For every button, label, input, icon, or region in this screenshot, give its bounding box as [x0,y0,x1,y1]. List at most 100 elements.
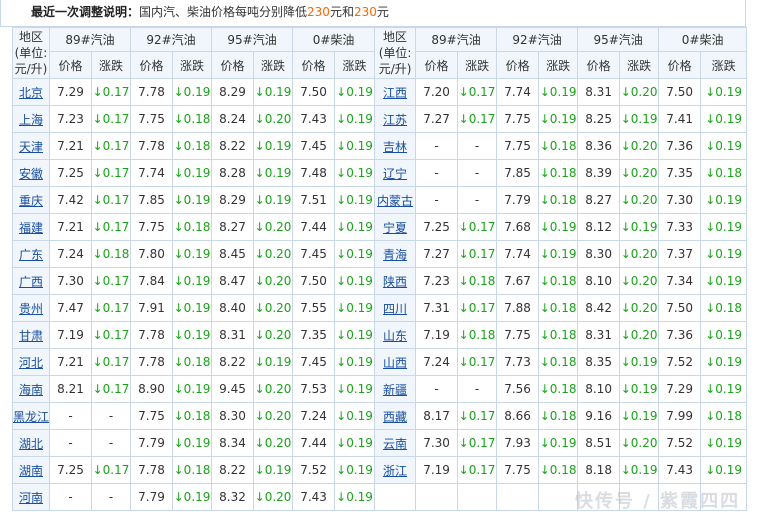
price-cell: - [49,483,92,511]
price-change-cell: ↓0.18 [700,294,748,322]
price-cell: 7.21 [49,132,92,160]
price-cell: - [49,402,92,430]
price-cell: 7.25 [49,159,92,187]
price-cell: 8.39 [577,159,621,187]
price-cell: - [49,429,92,457]
region-link[interactable]: 西藏 [383,410,407,424]
region-link[interactable]: 福建 [19,221,43,235]
price-change-cell: - [90,402,132,430]
price-change-cell: ↓0.19 [172,294,213,322]
region-link[interactable]: 贵州 [19,302,43,316]
region-link[interactable]: 重庆 [19,194,43,208]
price-cell: 8.47 [211,267,255,295]
price-cell: 7.48 [292,159,336,187]
price-change-cell: ↓0.20 [253,321,294,349]
price-change-cell: ↓0.19 [172,267,213,295]
price-cell: 8.22 [211,132,255,160]
region-cell: 西藏 [374,402,417,430]
price-cell: 7.25 [49,456,92,484]
region-link[interactable]: 浙江 [383,464,407,478]
price-change-cell: ↓0.19 [700,348,748,376]
price-change-cell: ↓0.18 [457,321,498,349]
price-cell: 7.36 [658,321,702,349]
region-link[interactable]: 陕西 [383,275,407,289]
price-change-cell: ↓0.17 [90,321,132,349]
region-link[interactable]: 湖南 [19,464,43,478]
price-change-cell: ↓0.19 [253,132,294,160]
region-link[interactable]: 河南 [19,491,43,505]
region-link[interactable]: 山西 [383,356,407,370]
region-link[interactable]: 上海 [19,113,43,127]
region-link[interactable]: 天津 [19,140,43,154]
region-link[interactable]: 内蒙古 [377,194,413,208]
price-change-cell: - [90,483,132,511]
price-change-cell: ↓0.17 [90,267,132,295]
price-change-cell: ↓0.17 [457,348,498,376]
price-cell: 7.19 [49,321,92,349]
region-link[interactable]: 广东 [19,248,43,262]
region-link[interactable]: 北京 [19,86,43,100]
table-row: 广东 7.24 ↓0.18 7.80 ↓0.19 8.45 ↓0.20 7.45 ↓0.19 青海… [12,240,748,268]
price-cell: 7.35 [292,321,336,349]
region-header: 地区(单位:元/升) [374,27,417,79]
price-cell: 8.51 [577,429,621,457]
price-cell: 8.27 [577,186,621,214]
price-cell: 8.90 [130,375,174,403]
price-change-cell: ↓0.19 [172,240,213,268]
price-cell: 7.37 [658,240,702,268]
price-change-cell: ↓0.19 [253,78,294,106]
price-cell: 7.23 [49,105,92,133]
region-link[interactable]: 四川 [383,302,407,316]
region-link[interactable]: 甘肃 [19,329,43,343]
price-cell: 7.52 [658,348,702,376]
region-cell: 吉林 [374,132,417,160]
price-change-cell: ↓0.20 [253,105,294,133]
price-change-cell: ↓0.18 [538,402,579,430]
price-change-cell: ↓0.17 [90,348,132,376]
region-link[interactable]: 山东 [383,329,407,343]
region-link[interactable]: 广西 [19,275,43,289]
price-cell: 7.74 [496,240,540,268]
price-cell: 7.24 [415,348,459,376]
region-cell: 河北 [12,348,50,376]
region-link[interactable]: 湖北 [19,437,43,451]
region-cell: 江西 [374,78,417,106]
price-cell: - [415,132,459,160]
price-cell: 7.78 [130,348,174,376]
price-change-cell: - [457,159,498,187]
region-link[interactable]: 江苏 [383,113,407,127]
region-link[interactable]: 河北 [19,356,43,370]
region-link[interactable]: 安徽 [19,167,43,181]
price-change-cell: ↓0.19 [700,132,748,160]
region-link[interactable]: 江西 [383,86,407,100]
price-cell: 7.67 [496,267,540,295]
region-link[interactable]: 海南 [19,383,43,397]
price-change-cell: - [90,429,132,457]
table-row: 广西 7.30 ↓0.17 7.84 ↓0.19 8.47 ↓0.20 7.50 ↓0.19 陕西… [12,267,748,295]
price-change-cell: ↓0.19 [172,483,213,511]
region-cell: 贵州 [12,294,50,322]
region-link[interactable]: 云南 [383,437,407,451]
region-link[interactable]: 吉林 [383,140,407,154]
region-link[interactable]: 新疆 [383,383,407,397]
price-cell: 8.32 [211,483,255,511]
price-cell: 7.47 [49,294,92,322]
region-link[interactable]: 青海 [383,248,407,262]
price-cell: 7.24 [49,240,92,268]
table-row: 重庆 7.42 ↓0.17 7.85 ↓0.19 8.29 ↓0.19 7.51 ↓0.19 内蒙… [12,186,748,214]
fuel-header: 89#汽油 [48,27,132,52]
price-change-cell: ↓0.19 [619,375,660,403]
price-cell: 7.52 [292,456,336,484]
price-change-cell: ↓0.17 [90,186,132,214]
price-cell: 8.10 [577,267,621,295]
price-cell: 8.22 [211,348,255,376]
price-change-cell: ↓0.18 [538,294,579,322]
price-cell: 7.75 [130,213,174,241]
region-link[interactable]: 黑龙江 [14,410,49,424]
price-change-cell: ↓0.19 [538,213,579,241]
price-change-cell: ↓0.19 [334,213,376,241]
region-link[interactable]: 宁夏 [383,221,407,235]
region-link[interactable]: 辽宁 [383,167,407,181]
region-cell: 广西 [12,267,50,295]
price-change-cell: ↓0.18 [538,456,579,484]
